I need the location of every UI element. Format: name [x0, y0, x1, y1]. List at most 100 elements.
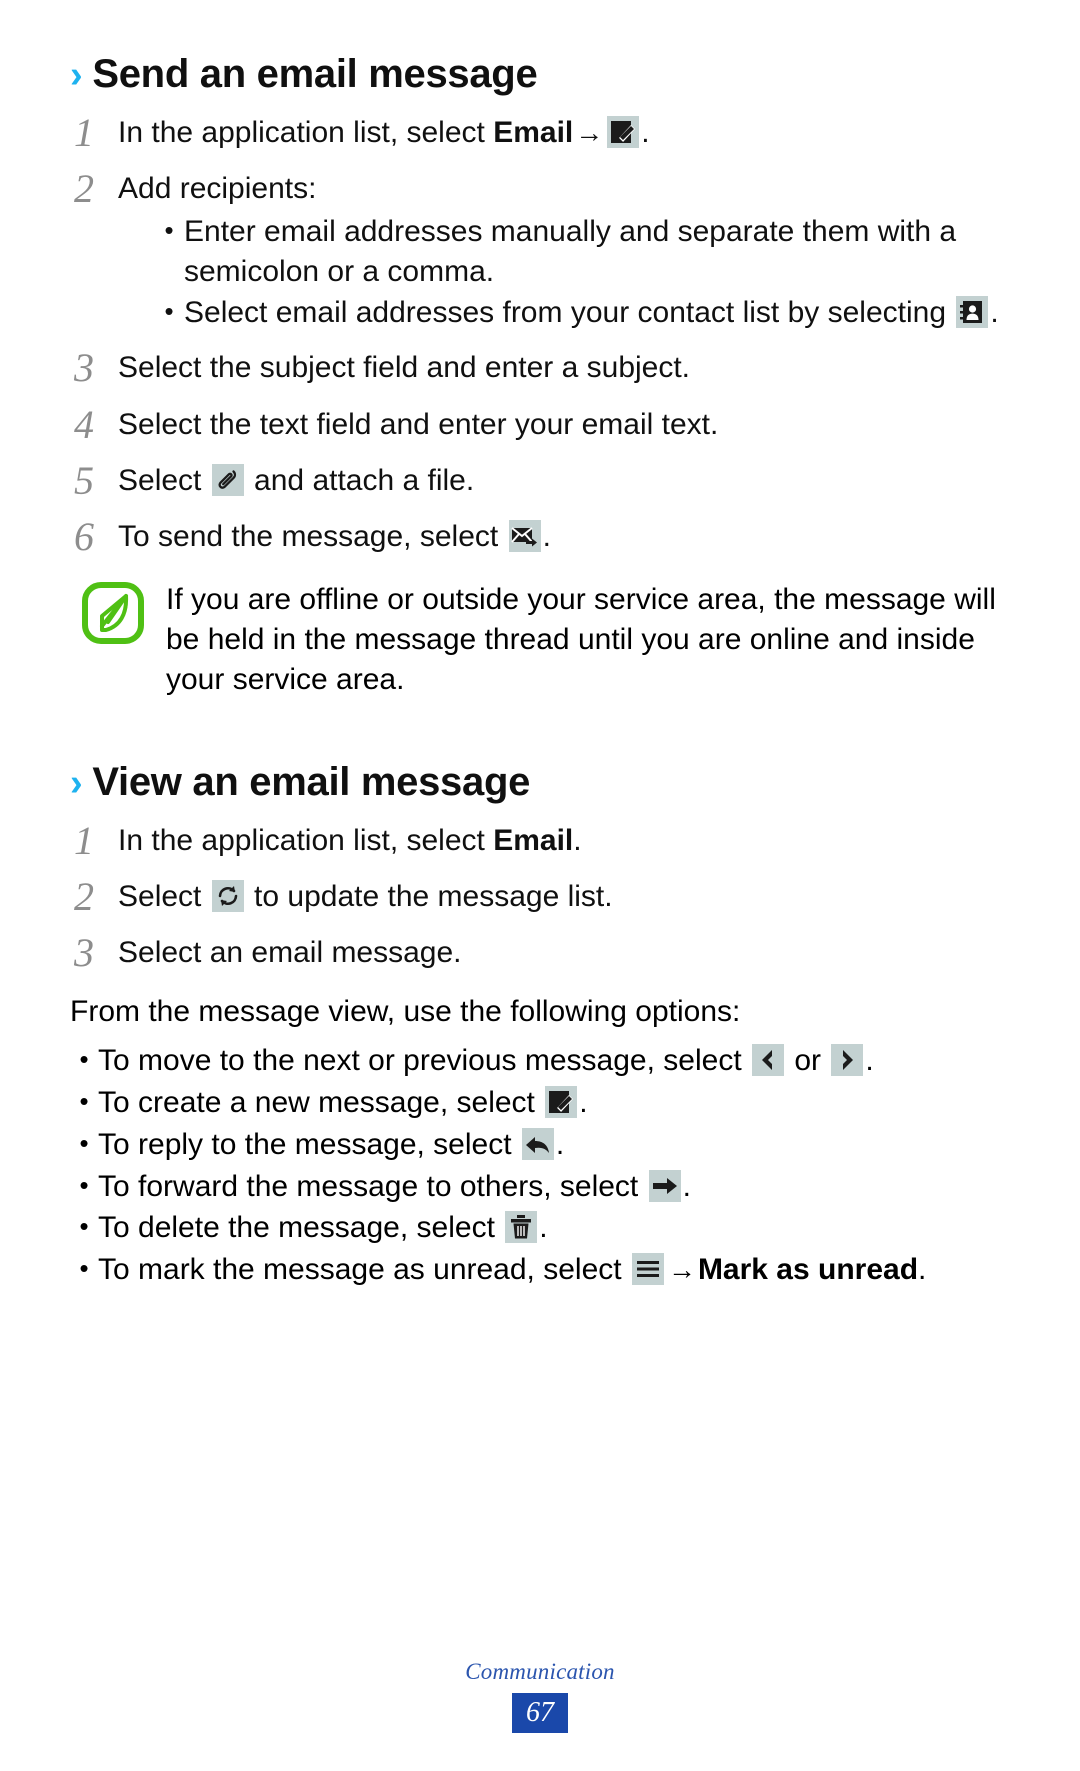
bullet-text-pre: To delete the message, select	[98, 1211, 504, 1245]
step-number: 1	[74, 110, 94, 155]
page-number-badge: 67	[512, 1693, 568, 1733]
list-item: • To create a new message, select .	[70, 1083, 1010, 1123]
bullet-text-pre: Select email addresses from your contact…	[184, 296, 955, 330]
step-item: 3 Select an email message.	[70, 927, 1010, 978]
arrow-glyph: →	[575, 117, 604, 148]
step-text: In the application list, select Email→.	[118, 107, 1010, 154]
step-text-pre: To send the message, select	[118, 519, 507, 553]
section-heading-send: › Send an email message	[70, 52, 1010, 97]
bullet-text: Select email addresses from your contact…	[184, 293, 1010, 333]
step-number: 5	[74, 457, 94, 503]
step-text: Add recipients: • Enter email addresses …	[118, 163, 1010, 337]
note-leaf-icon	[82, 582, 144, 645]
step-number: 6	[74, 513, 94, 559]
step-bold-term: Email	[493, 116, 574, 149]
step-text: In the application list, select Email.	[118, 815, 1010, 862]
bullet-text-pre: To forward the message to others, select	[98, 1169, 647, 1203]
step-text-post: .	[573, 823, 582, 857]
step-text: Select an email message.	[118, 936, 462, 970]
bullet-text-post: .	[555, 1127, 565, 1161]
bullet-dot-icon: •	[164, 214, 174, 245]
bullet-bold-term: Mark as unread	[697, 1253, 919, 1287]
bullet-text: To delete the message, select .	[98, 1208, 1010, 1248]
step-number: 3	[74, 930, 94, 976]
step-item: 1 In the application list, select Email→…	[70, 107, 1010, 158]
step-number: 2	[74, 873, 94, 919]
list-item: • To mark the message as unread, select …	[70, 1250, 1010, 1290]
step-number: 3	[74, 345, 94, 391]
options-intro-text: From the message view, use the following…	[70, 995, 741, 1029]
step-item: 5 Select and attach a file.	[70, 455, 1010, 506]
list-item: • To delete the message, select .	[70, 1208, 1010, 1248]
step-text: Select to update the message list.	[118, 871, 1010, 918]
step-text-post: and attach a file.	[245, 463, 475, 497]
step-number: 1	[74, 817, 94, 863]
options-list: • To move to the next or previous messag…	[70, 1041, 1010, 1290]
compose-icon	[545, 1085, 578, 1118]
bullet-text-post: .	[918, 1253, 927, 1287]
step-item: 1 In the application list, select Email.	[70, 815, 1010, 866]
step-bold-term: Email	[493, 823, 574, 857]
compose-icon	[607, 116, 640, 148]
bullet-text: To create a new message, select .	[98, 1083, 1010, 1123]
bullet-text-pre: To create a new message, select	[98, 1085, 544, 1119]
step-item: 3 Select the subject field and enter a s…	[70, 342, 1010, 393]
list-item: • To forward the message to others, sele…	[70, 1167, 1010, 1207]
note-text: If you are offline or outside your servi…	[166, 583, 996, 696]
step-text: To send the message, select .	[118, 511, 1010, 558]
step-item: 2 Add recipients: • Enter email addresse…	[70, 163, 1010, 337]
bullet-dot-icon: •	[79, 1253, 89, 1284]
step-text: Select the text field and enter your ema…	[118, 407, 719, 441]
step-text-post: .	[641, 116, 650, 149]
chevron-right-icon: ›	[70, 761, 83, 804]
forward-icon	[648, 1169, 681, 1202]
bullet-text-pre: To mark the message as unread, select	[98, 1253, 630, 1287]
step-text-post: .	[542, 519, 551, 553]
step-text-pre: In the application list, select	[118, 116, 494, 149]
list-item: • To reply to the message, select .	[70, 1125, 1010, 1165]
list-item: • Enter email addresses manually and sep…	[154, 212, 1010, 292]
note-box: If you are offline or outside your servi…	[70, 578, 1010, 700]
reply-icon	[521, 1127, 554, 1160]
step-number: 2	[74, 166, 94, 212]
step-item: 6 To send the message, select .	[70, 511, 1010, 562]
bullet-dot-icon: •	[79, 1043, 89, 1074]
list-item: • Select email addresses from your conta…	[154, 293, 1010, 333]
list-item: • To move to the next or previous messag…	[70, 1041, 1010, 1081]
bullet-dot-icon: •	[79, 1211, 89, 1242]
bullet-dot-icon: •	[79, 1169, 89, 1200]
step-number: 4	[74, 401, 94, 447]
previous-icon	[752, 1043, 784, 1076]
step-text-pre: Select	[118, 463, 210, 497]
step-text-pre: Select	[118, 879, 210, 913]
refresh-icon	[211, 879, 244, 912]
bullet-text-post: .	[865, 1043, 874, 1077]
chevron-right-icon: ›	[70, 54, 83, 96]
bullet-text: To reply to the message, select .	[98, 1125, 1010, 1165]
bullet-text: To mark the message as unread, select →M…	[98, 1250, 1010, 1290]
sub-bullet-list: • Enter email addresses manually and sep…	[154, 212, 1010, 334]
bullet-text-mid: or	[786, 1043, 830, 1077]
bullet-text-post: .	[539, 1211, 548, 1245]
bullet-text: To move to the next or previous message,…	[98, 1041, 1010, 1081]
send-icon	[508, 519, 541, 552]
step-text-pre: Add recipients:	[118, 172, 317, 206]
menu-icon	[631, 1253, 664, 1286]
step-item: 4 Select the text field and enter your e…	[70, 399, 1010, 450]
section-heading-text: Send an email message	[92, 52, 538, 96]
step-item: 2 Select to update the message list.	[70, 871, 1010, 922]
step-text-post: to update the message list.	[245, 879, 613, 913]
attachment-icon	[211, 463, 244, 496]
bullet-dot-icon: •	[79, 1085, 89, 1116]
step-text-pre: In the application list, select	[118, 823, 494, 857]
arrow-glyph: →	[667, 1254, 696, 1286]
page-footer: Communication 67	[0, 1659, 1080, 1733]
footer-chapter-label: Communication	[465, 1659, 615, 1684]
bullet-text-post: .	[579, 1085, 588, 1119]
section-heading-text: View an email message	[92, 759, 531, 804]
next-icon	[831, 1043, 864, 1076]
bullet-text-post: .	[682, 1169, 691, 1203]
section-heading-view: › View an email message	[70, 760, 1010, 805]
bullet-text-post: .	[990, 296, 999, 330]
